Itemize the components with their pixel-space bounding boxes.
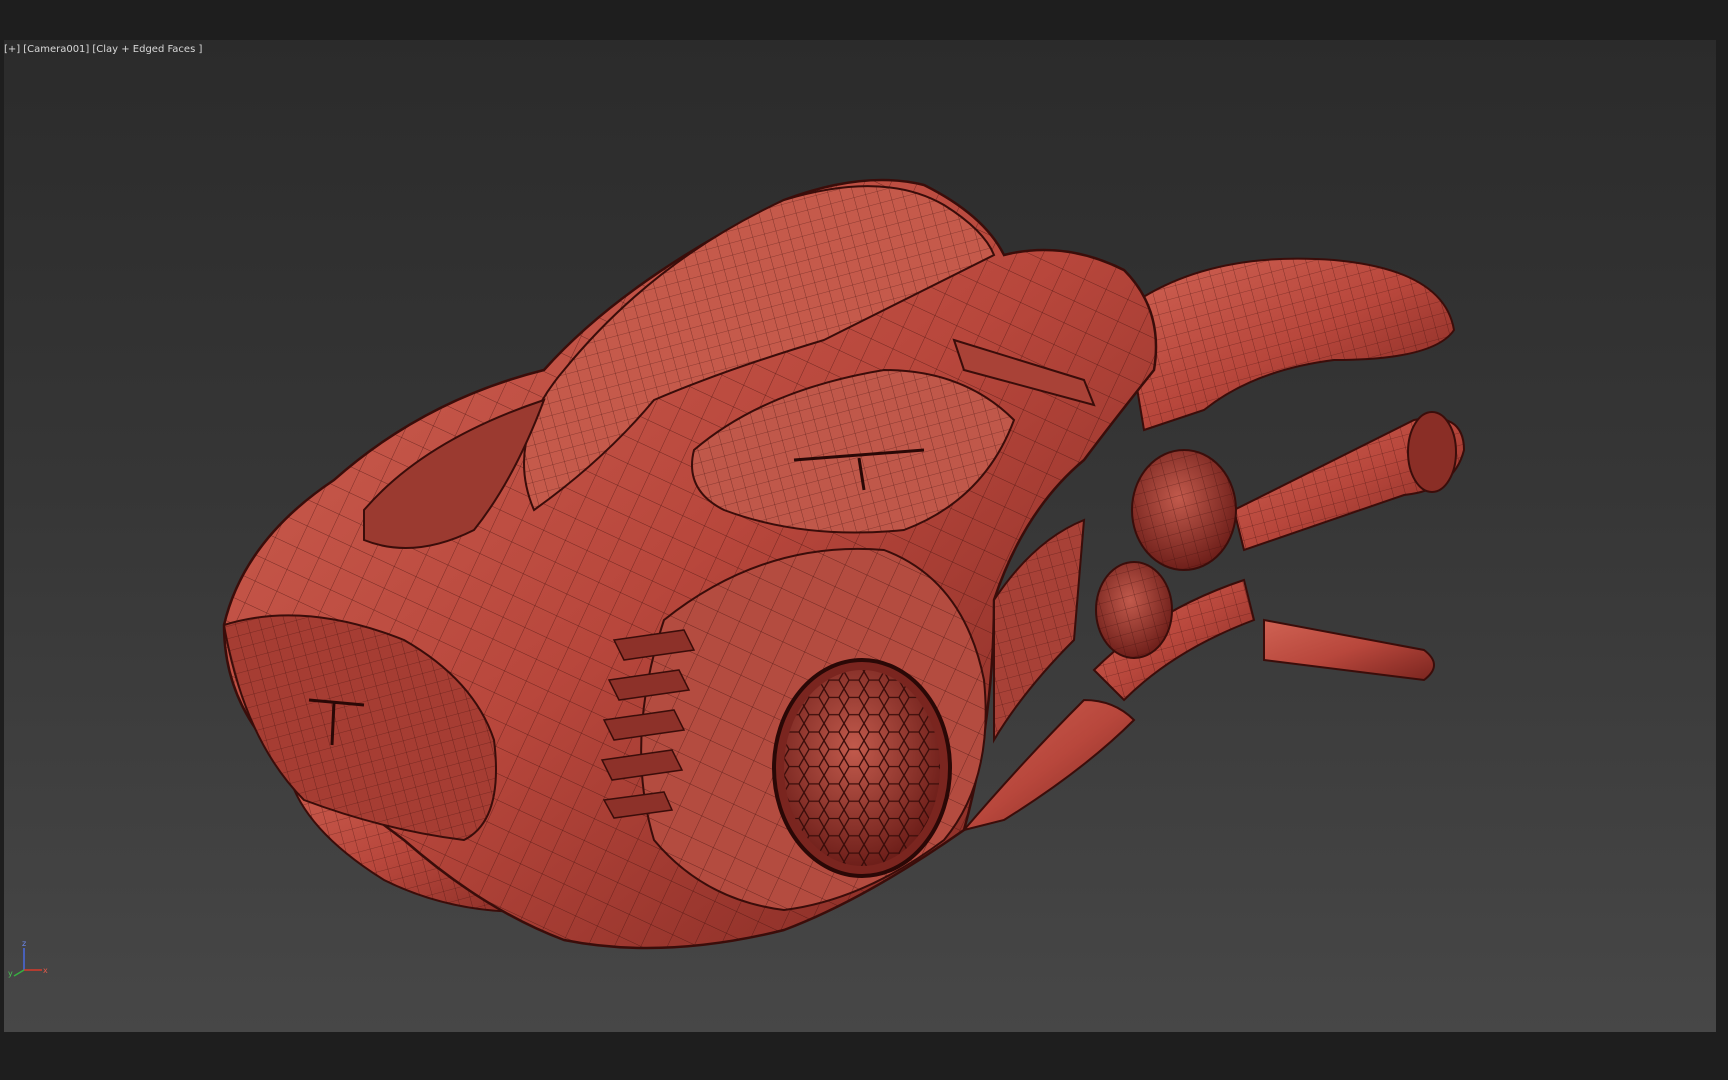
3d-model-render[interactable] [4, 40, 1716, 1032]
viewport-camera-label[interactable]: [Camera001] [23, 44, 89, 55]
bottom-frame [0, 1032, 1728, 1080]
perspective-viewport[interactable] [4, 40, 1716, 1032]
axis-x-label: x [43, 966, 48, 975]
viewport-label[interactable]: [+] [Camera001] [Clay + Edged Faces ] [4, 44, 205, 55]
viewport-menu-label[interactable]: [+] [4, 44, 20, 55]
axis-z-label: z [22, 940, 26, 948]
viewport-shading-label[interactable]: [Clay + Edged Faces ] [92, 44, 202, 55]
axis-y-label: y [8, 969, 13, 978]
front-wheel [772, 658, 952, 878]
right-frame [1716, 40, 1728, 1032]
axis-tripod-icon: z x y [8, 940, 48, 978]
